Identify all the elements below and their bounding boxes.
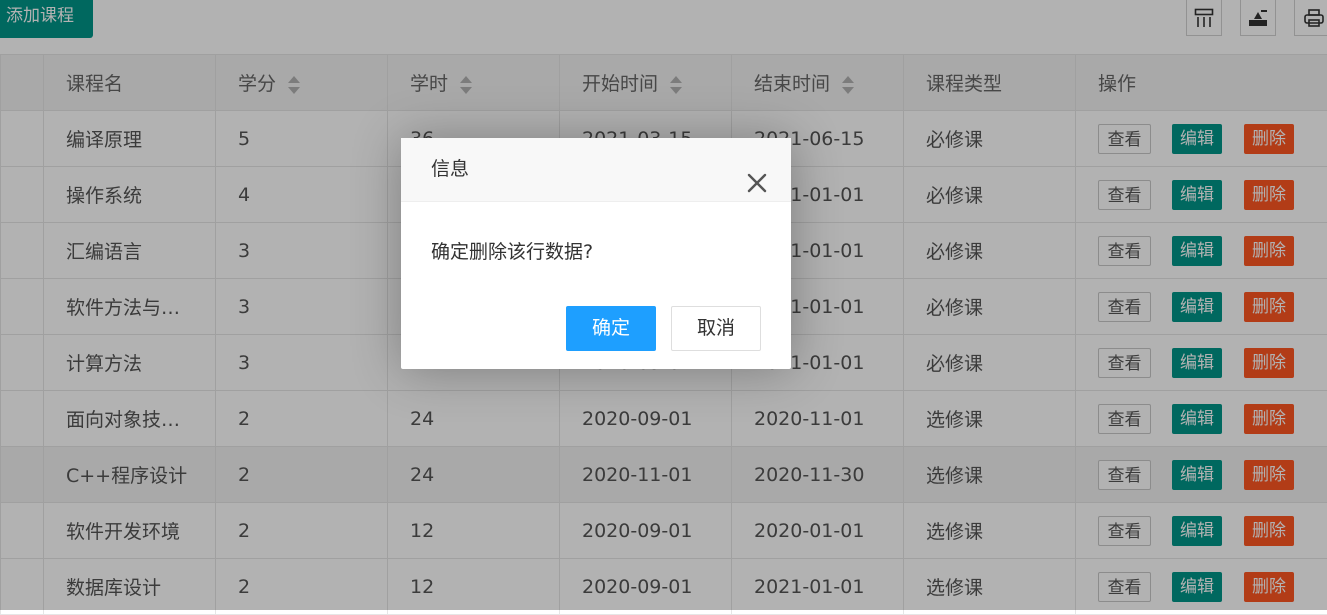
dialog-message: 确定删除该行数据?	[401, 202, 791, 270]
confirm-button[interactable]: 确定	[566, 306, 656, 351]
confirm-dialog: 信息 确定删除该行数据? 确定 取消	[401, 138, 791, 369]
dialog-header: 信息	[401, 138, 791, 202]
dialog-title: 信息	[431, 158, 469, 180]
cancel-button[interactable]: 取消	[671, 306, 761, 351]
close-icon[interactable]	[745, 158, 769, 182]
